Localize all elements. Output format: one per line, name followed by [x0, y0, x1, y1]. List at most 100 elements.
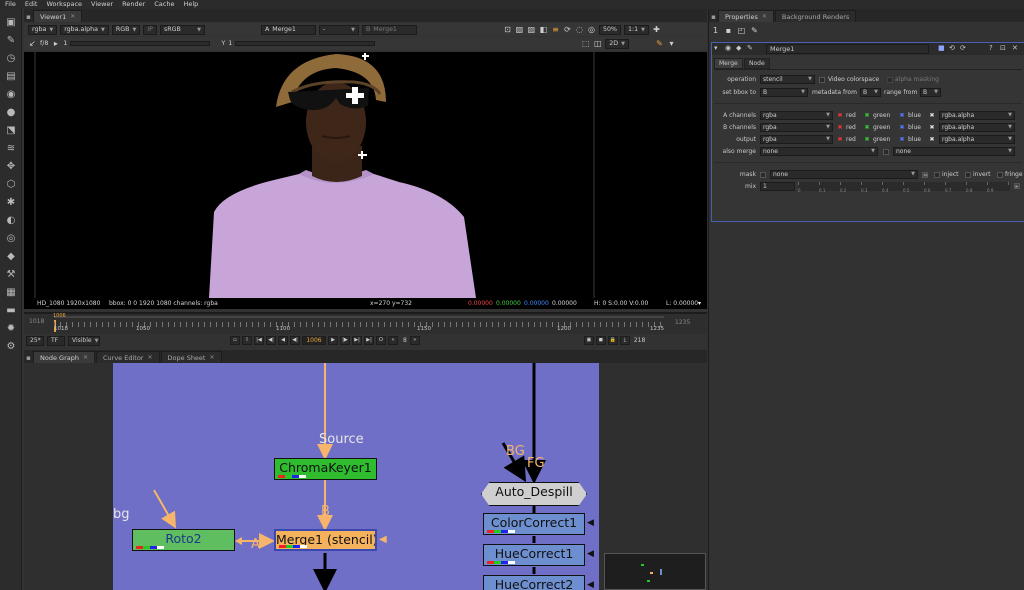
node-icon[interactable]: ◉: [725, 44, 731, 52]
view-mode-dropdown[interactable]: 2D ▼: [605, 38, 629, 49]
node-hue-correct1[interactable]: HueCorrect1: [483, 544, 585, 566]
node-color-correct[interactable]: ColorCorrect1: [483, 513, 585, 535]
snapshot-icon[interactable]: ✚: [652, 25, 661, 34]
a-green-checkbox[interactable]: ✖: [864, 113, 870, 119]
lut-dropdown[interactable]: sRGB ▼: [159, 24, 205, 35]
out-blue-checkbox[interactable]: ✖: [899, 137, 905, 143]
step-forward-icon[interactable]: »: [409, 336, 420, 345]
in-point-icon[interactable]: I: [242, 336, 252, 345]
next-frame-icon[interactable]: |▶: [340, 336, 350, 345]
tab-curve-editor[interactable]: Curve Editor ✕: [96, 351, 160, 363]
first-frame-icon[interactable]: |◀: [254, 336, 264, 345]
tab-dope-sheet[interactable]: Dope Sheet ✕: [160, 351, 222, 364]
output-dropdown[interactable]: rgba ▼: [760, 135, 833, 144]
range-icon[interactable]: ⤓: [619, 336, 630, 345]
tf-dropdown[interactable]: TF: [47, 335, 65, 346]
time-icon[interactable]: ◷: [5, 53, 17, 65]
a-alpha-dropdown[interactable]: rgba.alpha ▼: [939, 111, 1015, 120]
node-roto[interactable]: Roto2: [132, 529, 235, 551]
node-chromakeyer[interactable]: ChromaKeyer1: [274, 458, 377, 480]
close-icon[interactable]: ✕: [83, 352, 88, 364]
out-red-checkbox[interactable]: ✖: [837, 137, 843, 143]
proxy-dropdown[interactable]: 1:1 ▼: [623, 24, 649, 35]
video-colorspace-checkbox[interactable]: [819, 77, 825, 83]
pause-icon[interactable]: ◌: [575, 25, 584, 34]
b-channels-dropdown[interactable]: rgba ▼: [760, 123, 833, 132]
refresh-icon[interactable]: ⟳: [563, 25, 572, 34]
node-hue-correct2[interactable]: HueCorrect2: [483, 575, 585, 590]
b-red-checkbox[interactable]: ✖: [837, 125, 843, 131]
gain-slider[interactable]: [70, 41, 211, 46]
play-forward-icon[interactable]: ▶: [328, 336, 338, 345]
b-blue-checkbox[interactable]: ✖: [899, 125, 905, 131]
prev-keyframe-icon[interactable]: ◀|: [266, 336, 276, 345]
close-icon[interactable]: ✕: [70, 11, 75, 23]
info-menu-icon[interactable]: ▾: [698, 298, 701, 309]
merge-icon[interactable]: ≋: [5, 143, 17, 155]
menu-render[interactable]: Render: [122, 0, 145, 9]
clipping-icon[interactable]: ▧: [527, 25, 536, 34]
viewer-menu-icon[interactable]: ▾: [667, 39, 676, 48]
a-alpha-checkbox[interactable]: ✖: [929, 113, 935, 119]
close-icon[interactable]: ✕: [1012, 44, 1018, 52]
frame-skip-icon[interactable]: ▫: [230, 336, 240, 345]
operation-dropdown[interactable]: stencil ▼: [760, 75, 815, 84]
menu-help[interactable]: Help: [183, 0, 198, 9]
gain-toggle-icon[interactable]: ↙: [28, 39, 37, 48]
mask-dropdown[interactable]: none ▼: [770, 170, 918, 179]
region-icon[interactable]: ◎: [587, 25, 596, 34]
a-channels-dropdown[interactable]: rgba ▼: [760, 111, 833, 120]
mix-field[interactable]: 1: [760, 182, 795, 191]
ofx-icon[interactable]: ✹: [5, 323, 17, 335]
lock-icon[interactable]: 🔒: [607, 336, 618, 345]
timeline-start[interactable]: 1018: [29, 318, 44, 325]
mask-input-arrow-icon[interactable]: ◀: [587, 518, 594, 528]
roi-icon[interactable]: ▨: [515, 25, 524, 34]
transform-icon[interactable]: ✥: [5, 161, 17, 173]
node-color-icon[interactable]: ■: [938, 44, 945, 52]
current-frame-field[interactable]: 1006: [302, 336, 326, 345]
inject-checkbox[interactable]: [934, 172, 940, 178]
undo-icon[interactable]: ⟲: [949, 44, 955, 52]
close-icon[interactable]: ✕: [209, 352, 214, 364]
menu-edit[interactable]: Edit: [25, 0, 38, 9]
mask-input-arrow-icon[interactable]: ◀: [379, 534, 387, 545]
node-auto-despill[interactable]: Auto_Despill: [481, 482, 587, 506]
prev-frame-icon[interactable]: ◀|: [290, 336, 300, 345]
menu-viewer[interactable]: Viewer: [91, 0, 113, 9]
channel-icon[interactable]: ▤: [5, 71, 17, 83]
display-mode-dropdown[interactable]: RGB ▼: [111, 24, 141, 35]
b-alpha-checkbox[interactable]: ✖: [929, 125, 935, 131]
next-keyframe-icon[interactable]: ▶|: [352, 336, 362, 345]
gamma-value[interactable]: 1: [228, 40, 232, 47]
collapse-icon[interactable]: ▾: [714, 44, 718, 52]
set-bbox-dropdown[interactable]: B ▼: [760, 88, 808, 97]
out-alpha-checkbox[interactable]: ✖: [929, 137, 935, 143]
flipbook-icon[interactable]: ◼: [595, 336, 606, 345]
crop-icon[interactable]: ⬚: [581, 39, 590, 48]
frame-icon[interactable]: ◫: [593, 39, 602, 48]
close-icon[interactable]: ✕: [762, 11, 767, 23]
also-merge-checkbox[interactable]: [883, 149, 889, 155]
node-graph-minimap[interactable]: [604, 553, 706, 590]
channel-alpha-dropdown[interactable]: rgba.alpha ▼: [60, 24, 109, 35]
b-green-checkbox[interactable]: ✖: [864, 125, 870, 131]
wipe-dropdown[interactable]: - ▼: [318, 24, 359, 35]
pane-menu-icon[interactable]: ▪: [709, 13, 718, 22]
out-point-icon[interactable]: O: [376, 336, 386, 345]
also-merge-dropdown-2[interactable]: none ▼: [893, 147, 1015, 156]
viewer-canvas[interactable]: [24, 52, 707, 298]
mix-slider-handle-icon[interactable]: ▸: [1014, 183, 1020, 190]
node-merge[interactable]: Merge1 (stencil): [274, 529, 377, 551]
node-graph-canvas[interactable]: Source bg B A BG FG ChromaKeyer1 Roto2 M…: [113, 363, 599, 590]
play-backward-icon[interactable]: ◀: [278, 336, 288, 345]
visible-dropdown[interactable]: Visible ▼: [68, 335, 100, 346]
keyer-icon[interactable]: ⬔: [5, 125, 17, 137]
overlay-icon[interactable]: ≡: [551, 25, 560, 34]
toolsets-icon[interactable]: ⚒: [5, 269, 17, 281]
tab-node-graph[interactable]: Node Graph ✕: [33, 351, 95, 363]
tab-node[interactable]: Node: [744, 58, 770, 69]
mask-input-arrow-icon[interactable]: ◀: [587, 549, 594, 559]
float-icon[interactable]: ⊡: [1000, 44, 1006, 52]
tab-background-renders[interactable]: Background Renders: [774, 10, 857, 22]
